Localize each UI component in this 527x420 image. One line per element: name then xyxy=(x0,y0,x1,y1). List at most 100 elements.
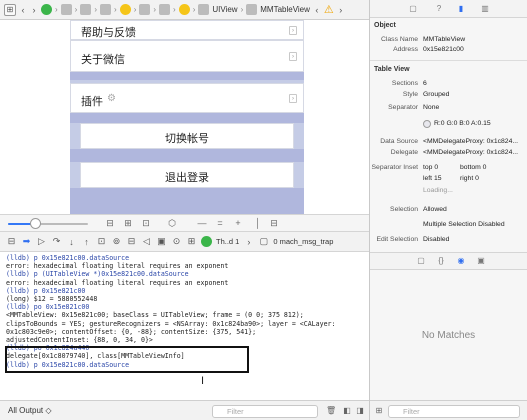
window-icon[interactable] xyxy=(60,4,72,15)
separator-color-value: R:0 G:0 B:0 A:0.15 xyxy=(434,120,491,127)
debug-view-hierarchy-icon[interactable]: ⊡ xyxy=(96,236,107,247)
address-value: 0x15e821c00 xyxy=(423,46,464,53)
separator-inset-label: Separator Inset xyxy=(371,164,418,171)
hide-debug-area-icon[interactable]: ⊟ xyxy=(6,236,17,247)
cell-label: 插件 xyxy=(81,96,103,108)
view-icon[interactable] xyxy=(80,4,92,15)
chevron-right-icon: › xyxy=(240,5,244,14)
app-icon[interactable] xyxy=(41,4,52,15)
size-inspector-icon[interactable]: ▥ xyxy=(480,4,490,14)
chevron-right-icon: › xyxy=(94,5,98,14)
split-left-icon[interactable]: ◧ xyxy=(342,406,352,416)
app-icon[interactable] xyxy=(201,236,212,247)
orientation-icon[interactable]: ⬡ xyxy=(166,218,178,229)
zoom-in-icon[interactable]: + xyxy=(232,218,244,229)
frame-icon: ▢ xyxy=(259,236,269,246)
thread-selector[interactable]: Th..d 1 xyxy=(216,237,239,246)
console-line: (lldb) p (UITableView *)0x15e821c00.data… xyxy=(6,270,189,279)
object-inspector-icon[interactable]: ▮ xyxy=(456,4,466,14)
split-right-icon[interactable]: ◨ xyxy=(355,406,365,416)
section-divider xyxy=(370,60,527,61)
datasource-value: <MMDelegateProxy: 0x1c824... xyxy=(423,138,519,145)
back-arrow-icon[interactable]: ‹ xyxy=(19,5,27,15)
process-icon[interactable]: ⊞ xyxy=(186,236,197,247)
simulate-location-icon[interactable]: ◁ xyxy=(141,236,152,247)
view-options-icon[interactable]: ⊟ xyxy=(268,218,280,229)
inset-bottom-value: bottom 0 xyxy=(460,164,487,171)
zoom-actual-icon[interactable]: = xyxy=(214,218,226,229)
object-library-icon[interactable]: ◉ xyxy=(456,256,466,266)
view-controller-icon[interactable] xyxy=(178,4,190,15)
library-filter-field[interactable]: Filter xyxy=(388,405,520,418)
cell-label: 关于微信 xyxy=(81,54,125,66)
back-arrow-icon[interactable]: ‹ xyxy=(313,5,321,15)
forward-arrow-icon[interactable]: › xyxy=(30,5,38,15)
media-library-icon[interactable]: ▣ xyxy=(476,256,486,266)
zoom-out-icon[interactable]: — xyxy=(196,218,208,229)
view-settings-icon[interactable]: │ xyxy=(252,218,264,229)
related-items-icon[interactable]: ⊞ xyxy=(4,3,16,16)
library-filter-bar: ⊞ ⊜ Filter xyxy=(370,400,527,420)
frame-selector[interactable]: 0 mach_msg_trap xyxy=(273,237,333,246)
wireframe-icon[interactable]: ⊡ xyxy=(140,218,152,229)
file-inspector-icon[interactable]: ▢ xyxy=(408,4,418,14)
logout-button[interactable]: 退出登录 xyxy=(80,162,294,188)
breakpoints-icon[interactable]: ➡ xyxy=(21,236,32,247)
view-icon[interactable] xyxy=(246,4,258,15)
selection-value: Allowed xyxy=(423,206,447,213)
delegate-label: Delegate xyxy=(390,149,418,156)
chevron-right-icon: › xyxy=(55,5,58,14)
inset-right-value: right 0 xyxy=(460,175,479,182)
step-into-icon[interactable]: ↓ xyxy=(66,237,77,247)
queue-icon[interactable]: ⊙ xyxy=(171,236,182,247)
clipped-content-icon[interactable]: ⊟ xyxy=(104,218,116,229)
view-icon[interactable] xyxy=(139,4,151,15)
chevron-right-icon: › xyxy=(289,94,297,103)
step-out-icon[interactable]: ↑ xyxy=(81,237,92,247)
layout-icon[interactable]: ⊞ xyxy=(122,218,134,229)
sections-value: 6 xyxy=(423,80,427,87)
console-filter-field[interactable]: Filter xyxy=(212,405,318,418)
help-inspector-icon[interactable]: ? xyxy=(434,4,444,14)
environment-overrides-icon[interactable]: ⊟ xyxy=(126,236,137,247)
plugin-gear-icon: ⚙ xyxy=(107,93,116,104)
warning-icon[interactable]: ⚠ xyxy=(324,3,334,16)
breadcrumb-mmtableview[interactable]: MMTableView xyxy=(260,5,310,14)
continue-icon[interactable]: ▷ xyxy=(36,236,47,247)
view-icon[interactable] xyxy=(159,4,171,15)
output-selector[interactable]: All Output ◇ xyxy=(8,406,52,415)
multi-selection-value: Multiple Selection Disabled xyxy=(423,221,505,228)
view-controller-icon[interactable] xyxy=(119,4,131,15)
datasource-label: Data Source xyxy=(380,138,418,145)
forward-arrow-icon[interactable]: › xyxy=(337,5,345,15)
grid-view-icon[interactable]: ⊞ xyxy=(374,406,384,416)
console-line: (lldb) p 0x15e821c00.dataSource xyxy=(6,254,130,262)
lldb-console[interactable]: (lldb) p 0x15e821c00.dataSource error: h… xyxy=(0,252,369,400)
highlight-box xyxy=(5,346,249,373)
memory-graph-icon[interactable]: ⊚ xyxy=(111,236,122,247)
cell-about-wechat[interactable]: 关于微信 › xyxy=(70,40,304,72)
step-over-icon[interactable]: ↷ xyxy=(51,236,62,247)
table-view-snapshot[interactable]: 帮助与反馈 › 关于微信 › 插件 ⚙ › 切换帐号 退出登录 xyxy=(70,20,304,214)
file-template-icon[interactable]: ▢ xyxy=(416,256,426,266)
breadcrumb-uiview[interactable]: UIView xyxy=(212,5,237,14)
spacing-slider-knob[interactable] xyxy=(30,218,41,229)
view-icon[interactable] xyxy=(198,4,210,15)
screenshot-icon[interactable]: ▣ xyxy=(156,236,167,247)
edit-selection-label: Edit Selection xyxy=(376,236,418,243)
chevron-right-icon: › xyxy=(289,26,297,35)
view-icon[interactable] xyxy=(100,4,112,15)
cell-help-feedback[interactable]: 帮助与反馈 › xyxy=(70,20,304,40)
switch-account-button[interactable]: 切换帐号 xyxy=(80,123,294,149)
chevron-right-icon: › xyxy=(289,52,297,61)
jump-bar: ⊞ ‹ › › › › › › › › › UIView › MMTableVi… xyxy=(0,0,369,20)
chevron-right-icon: › xyxy=(192,5,196,14)
code-snippet-icon[interactable]: {} xyxy=(436,256,446,266)
console-line: (lldb) p 0x15e821c00 xyxy=(6,286,86,295)
selection-label: Selection xyxy=(390,206,418,213)
console-line: error: hexadecimal floating literal requ… xyxy=(6,262,229,271)
cell-plugins[interactable]: 插件 ⚙ › xyxy=(70,83,304,113)
section-separator xyxy=(70,113,304,123)
trash-icon[interactable]: 🗑 xyxy=(326,406,336,416)
console-line: adjustedContentInset: {88, 0, 34, 0}> xyxy=(6,336,153,345)
